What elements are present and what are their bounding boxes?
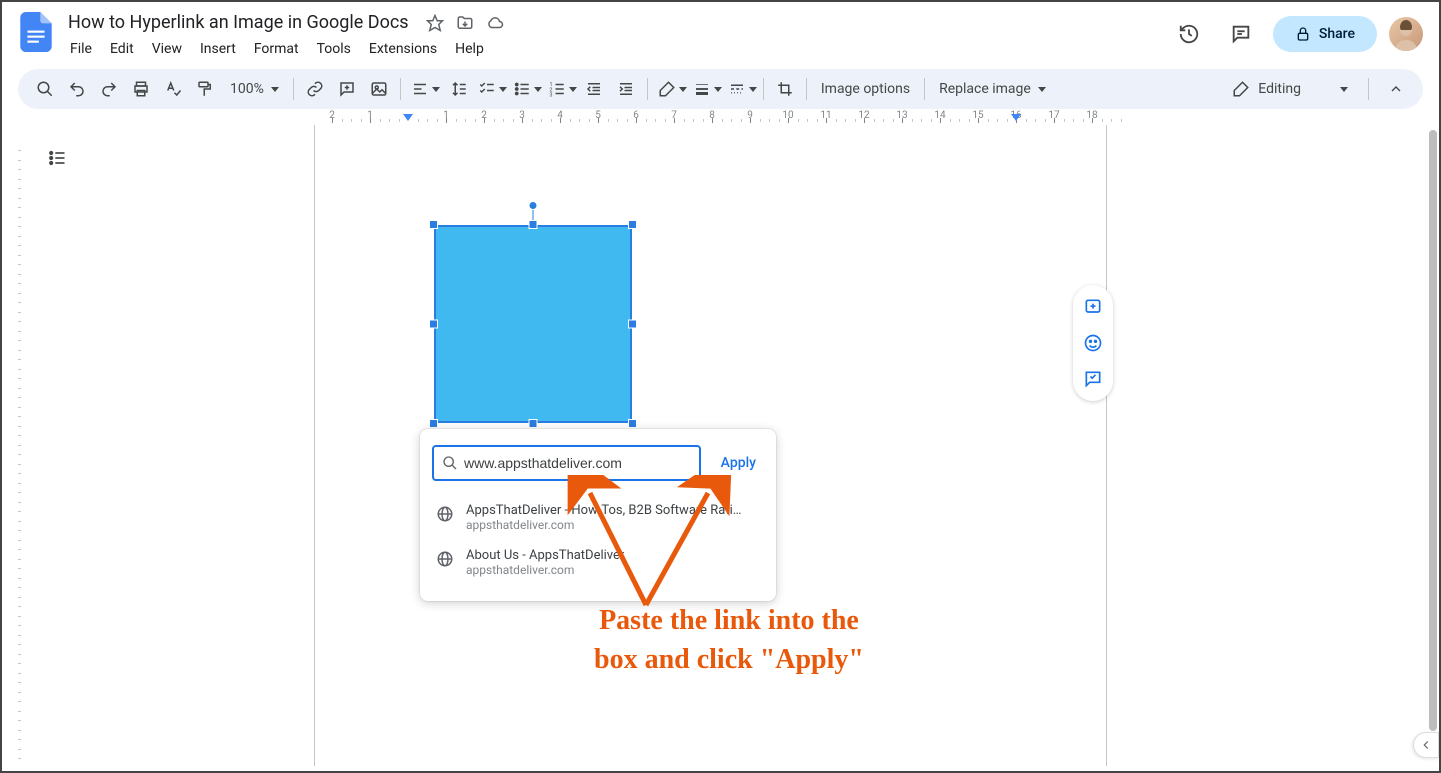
editing-mode-button[interactable]: Editing xyxy=(1218,74,1362,104)
print-icon[interactable] xyxy=(126,74,156,104)
suggestion-title: AppsThatDeliver - How-Tos, B2B Software … xyxy=(466,503,746,518)
chevron-down-icon xyxy=(271,87,279,92)
suggestion-url: appsthatdeliver.com xyxy=(466,518,746,532)
menu-insert[interactable]: Insert xyxy=(192,37,244,61)
horizontal-ruler[interactable]: 21123456789101112131415161718 xyxy=(52,109,1423,125)
chevron-down-icon xyxy=(432,87,440,92)
pencil-icon xyxy=(1232,80,1250,98)
chevron-down-icon xyxy=(1340,87,1348,92)
menu-tools[interactable]: Tools xyxy=(309,37,359,61)
undo-icon[interactable] xyxy=(62,74,92,104)
history-icon[interactable] xyxy=(1169,14,1209,54)
line-spacing-icon[interactable] xyxy=(442,74,472,104)
resize-handle[interactable] xyxy=(628,419,637,428)
document-outline-icon[interactable] xyxy=(42,143,72,173)
chevron-down-icon xyxy=(679,87,687,92)
link-url-input[interactable] xyxy=(464,447,691,479)
collapse-toolbar-icon[interactable] xyxy=(1381,74,1411,104)
checklist-icon[interactable] xyxy=(474,74,507,104)
menu-edit[interactable]: Edit xyxy=(102,37,142,61)
paint-format-icon[interactable] xyxy=(190,74,220,104)
resize-handle[interactable] xyxy=(429,320,438,329)
resize-handle[interactable] xyxy=(429,220,438,229)
suggestion-title: About Us - AppsThatDeliver xyxy=(466,548,624,563)
redo-icon[interactable] xyxy=(94,74,124,104)
globe-icon xyxy=(436,505,454,523)
align-icon[interactable] xyxy=(407,74,440,104)
chevron-down-icon xyxy=(569,87,577,92)
border-color-icon[interactable] xyxy=(654,74,687,104)
docs-app-icon[interactable] xyxy=(18,14,54,50)
image-options-button[interactable]: Image options xyxy=(813,81,918,97)
share-button[interactable]: Share xyxy=(1273,16,1377,52)
zoom-select[interactable]: 100% xyxy=(222,81,287,97)
account-avatar[interactable] xyxy=(1389,17,1423,51)
chevron-down-icon xyxy=(714,87,722,92)
border-dash-icon[interactable] xyxy=(724,74,757,104)
suggest-edits-button[interactable] xyxy=(1077,363,1109,395)
crop-icon[interactable] xyxy=(770,74,800,104)
decrease-indent-icon[interactable] xyxy=(579,74,609,104)
add-comment-button[interactable] xyxy=(1077,291,1109,323)
spellcheck-icon[interactable] xyxy=(158,74,188,104)
chevron-down-icon xyxy=(499,87,507,92)
menu-file[interactable]: File xyxy=(62,37,100,61)
globe-icon xyxy=(436,550,454,568)
vertical-ruler[interactable] xyxy=(8,150,24,761)
insert-link-popup: Apply AppsThatDeliver - How-Tos, B2B Sof… xyxy=(420,429,776,601)
insert-image-icon[interactable] xyxy=(364,74,394,104)
replace-image-button[interactable]: Replace image xyxy=(931,81,1054,97)
resize-handle[interactable] xyxy=(529,220,538,229)
menu-format[interactable]: Format xyxy=(246,37,307,61)
add-comment-icon[interactable] xyxy=(332,74,362,104)
share-label: Share xyxy=(1319,26,1355,42)
border-weight-icon[interactable] xyxy=(689,74,722,104)
menu-bar: File Edit View Insert Format Tools Exten… xyxy=(62,37,1169,61)
suggestion-url: appsthatdeliver.com xyxy=(466,563,624,577)
vertical-scrollbar[interactable] xyxy=(1429,130,1437,731)
link-suggestion[interactable]: AppsThatDeliver - How-Tos, B2B Software … xyxy=(432,495,764,540)
increase-indent-icon[interactable] xyxy=(611,74,641,104)
menu-view[interactable]: View xyxy=(144,37,190,61)
bulleted-list-icon[interactable] xyxy=(509,74,542,104)
move-folder-icon[interactable] xyxy=(455,13,475,33)
resize-handle[interactable] xyxy=(628,320,637,329)
insert-link-icon[interactable] xyxy=(300,74,330,104)
cloud-status-icon[interactable] xyxy=(485,13,505,33)
document-title[interactable]: How to Hyperlink an Image in Google Docs xyxy=(62,10,415,35)
star-icon[interactable] xyxy=(425,13,445,33)
link-url-input-wrapper xyxy=(432,445,701,481)
chevron-down-icon xyxy=(534,87,542,92)
floating-comment-tools xyxy=(1073,285,1113,401)
comments-icon[interactable] xyxy=(1221,14,1261,54)
chevron-down-icon xyxy=(749,87,757,92)
main-toolbar: 100% 123 Image options Replace image Edi… xyxy=(18,69,1423,109)
resize-handle[interactable] xyxy=(628,220,637,229)
menu-extensions[interactable]: Extensions xyxy=(361,37,445,61)
resize-handle[interactable] xyxy=(529,419,538,428)
numbered-list-icon[interactable]: 123 xyxy=(544,74,577,104)
emoji-reaction-button[interactable] xyxy=(1077,327,1109,359)
svg-text:3: 3 xyxy=(549,93,552,99)
search-icon xyxy=(442,455,458,471)
menu-help[interactable]: Help xyxy=(447,37,492,61)
show-side-panel-icon[interactable] xyxy=(1413,732,1439,758)
search-menus-icon[interactable] xyxy=(30,74,60,104)
rotate-handle[interactable] xyxy=(529,201,538,210)
selected-image[interactable] xyxy=(434,225,632,423)
chevron-down-icon xyxy=(1038,87,1046,92)
lock-icon xyxy=(1295,26,1311,42)
resize-handle[interactable] xyxy=(429,419,438,428)
link-suggestion[interactable]: About Us - AppsThatDeliver appsthatdeliv… xyxy=(432,540,764,585)
apply-link-button[interactable]: Apply xyxy=(713,449,764,477)
